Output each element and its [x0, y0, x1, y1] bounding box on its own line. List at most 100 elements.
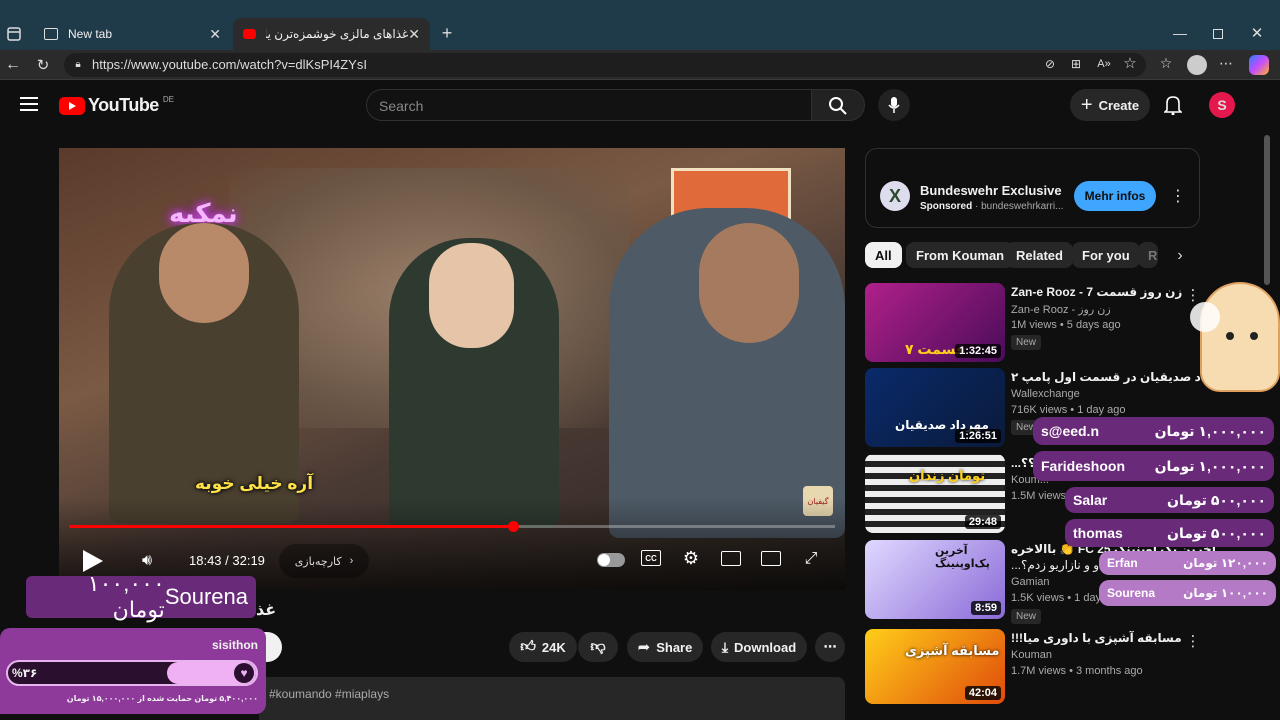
ad-more-icon[interactable]: ⋮	[1170, 185, 1186, 207]
video-title[interactable]: !!!مسابقه آشپزی با داوری میا	[1011, 631, 1182, 645]
newtab-icon	[44, 28, 58, 40]
profile-avatar[interactable]	[1187, 55, 1207, 75]
search-button[interactable]	[811, 89, 865, 121]
back-arrow-icon[interactable]: ←	[4, 56, 22, 74]
chevron-right-icon: ›	[349, 555, 354, 567]
miniplayer-icon[interactable]	[721, 551, 741, 566]
more-dots-icon[interactable]: ⋯	[1218, 55, 1234, 71]
donation-alert: ۱۰۰,۰۰۰ تومان Sourena	[26, 571, 256, 622]
thumb-text: تومان زندان	[909, 468, 986, 483]
donor-name: Farideshoon	[1041, 458, 1126, 474]
close-tab-icon[interactable]: ✕	[408, 26, 420, 43]
video-thumbnail[interactable]: قسمت ۷ 1:32:45	[865, 283, 1005, 362]
avatar-letter: S	[1217, 97, 1227, 113]
tab-actions-icon[interactable]	[4, 24, 24, 44]
sponsored-label: Sponsored	[920, 201, 973, 212]
favorites-icon[interactable]: ☆	[1158, 55, 1174, 71]
ad-card[interactable]: X Bundeswehr Exclusive Sponsored · bunde…	[865, 148, 1200, 228]
video-thumbnail[interactable]: تومان زندان 29:48	[865, 454, 1005, 533]
description-box[interactable]: #koumando #miaplays	[259, 677, 845, 720]
download-label: Download	[734, 639, 797, 655]
goal-note: ۵,۴۰۰,۰۰۰ تومان حمایت شده از ۱۵,۰۰۰,۰۰۰ …	[66, 694, 258, 703]
download-icon: ⤓	[721, 638, 729, 655]
hamburger-menu-icon[interactable]	[20, 97, 38, 111]
donation-amount: ۵۰۰,۰۰۰ تومان	[1167, 524, 1266, 541]
browser-address-bar: ← ↻ 🔒︎ https://www.youtube.com/watch?v=d…	[0, 50, 1280, 80]
tab-title: غذاهای مالزی خوشمزه‌ترن یا ایران؟؟	[266, 27, 409, 41]
person-left-face	[159, 223, 249, 323]
play-icon[interactable]	[83, 550, 103, 572]
like-button[interactable]: 👍︎ 24K	[509, 632, 577, 662]
chip-from-kouman[interactable]: From Kouman	[906, 242, 1015, 268]
chips-next-chevron-icon[interactable]: ›	[1170, 246, 1190, 266]
more-actions-button[interactable]: ⋯	[815, 632, 845, 662]
notifications-bell-icon[interactable]	[1162, 94, 1184, 116]
chapter-button[interactable]: کارچه‌بازی ›	[279, 544, 369, 578]
tab-youtube-video[interactable]: غذاهای مالزی خوشمزه‌ترن یا ایران؟؟ ✕	[233, 18, 430, 50]
video-thumbnail[interactable]: مسابقه آشپزی 42:04	[865, 629, 1005, 704]
autoplay-toggle[interactable]	[597, 553, 625, 567]
ad-title: Bundeswehr Exclusive	[920, 183, 1062, 198]
captions-icon[interactable]: CC	[641, 550, 661, 566]
ad-button-label: Mehr infos	[1084, 189, 1146, 203]
minimize-icon[interactable]: —	[1170, 24, 1190, 42]
video-thumbnail[interactable]: آخرین پک‌اوپنینگ 8:59	[865, 540, 1005, 619]
ad-cta-button[interactable]: Mehr infos	[1074, 181, 1156, 211]
progress-bar[interactable]	[69, 521, 835, 532]
donation-amount: ۵۰۰,۰۰۰ تومان	[1167, 491, 1266, 508]
youtube-favicon-icon	[243, 29, 257, 39]
chip-related[interactable]: Related	[1006, 242, 1073, 268]
download-button[interactable]: ⤓ Download	[711, 632, 807, 662]
video-player[interactable]: نمکیه آره خیلی خوبه گیفیان 🔊︎ 18:43 / 32…	[59, 148, 845, 590]
favorite-star-icon[interactable]: ☆	[1122, 55, 1138, 72]
settings-gear-icon[interactable]: ⚙︎	[681, 548, 701, 568]
donation-amount: ۱۰۰,۰۰۰ تومان	[1183, 586, 1268, 600]
video-more-icon[interactable]: ⋮	[1186, 631, 1201, 651]
close-window-icon[interactable]: ✕	[1248, 24, 1266, 42]
video-meta: 1.5M views	[1011, 490, 1067, 502]
create-label: Create	[1098, 97, 1140, 113]
create-button[interactable]: + Create	[1070, 89, 1150, 121]
chip-all[interactable]: All	[865, 242, 902, 268]
video-channel[interactable]: Gamian	[1011, 576, 1050, 588]
video-channel[interactable]: Wallexchange	[1011, 388, 1080, 400]
donor-name: s@eed.n	[1041, 423, 1100, 439]
new-badge: New	[1011, 609, 1042, 624]
hashtags: #koumando #miaplays	[269, 687, 390, 701]
bundeswehr-logo: X	[880, 181, 910, 211]
youtube-header: YouTube DE Search + Create S	[0, 80, 1280, 130]
tab-new-tab[interactable]: New tab ✕	[34, 18, 231, 50]
search-placeholder: Search	[379, 98, 424, 114]
video-title[interactable]: Zan-e Rooz - 7 زن روز قسمت	[1011, 285, 1182, 299]
video-thumbnail[interactable]: مهرداد صدیقیان 1:26:51	[865, 368, 1005, 447]
youtube-logo[interactable]: YouTube DE	[59, 95, 174, 116]
video-channel[interactable]: Zan-e Rooz - زن روز	[1011, 303, 1111, 316]
donation-amount: ۱,۰۰۰,۰۰۰ تومان	[1154, 422, 1266, 439]
lock-icon[interactable]: 🔒︎	[72, 58, 84, 70]
translate-icon[interactable]: ⊘	[1042, 56, 1058, 72]
voice-search-button[interactable]	[878, 89, 910, 121]
fullscreen-icon[interactable]: ⤢	[801, 549, 821, 569]
search-input[interactable]: Search	[366, 89, 812, 121]
chip-for-you[interactable]: For you	[1072, 242, 1140, 268]
read-aloud-icon[interactable]: A»	[1096, 56, 1112, 72]
chip-partial[interactable]: R	[1138, 242, 1158, 268]
close-tab-icon[interactable]: ✕	[209, 26, 221, 43]
account-avatar[interactable]: S	[1209, 92, 1235, 118]
duration-badge: 1:26:51	[955, 429, 1001, 443]
restore-icon[interactable]	[1210, 26, 1226, 42]
reload-icon[interactable]: ↻	[34, 56, 52, 74]
share-button[interactable]: ➦ Share	[627, 632, 703, 662]
duration-badge: 29:48	[964, 515, 1001, 529]
dislike-button[interactable]: 👎︎	[578, 632, 618, 662]
theater-mode-icon[interactable]	[761, 551, 781, 566]
url-field[interactable]: 🔒︎ https://www.youtube.com/watch?v=dlKsP…	[64, 53, 1146, 77]
new-tab-plus-icon[interactable]: +	[438, 23, 456, 43]
donation-row: Farideshoon ۱,۰۰۰,۰۰۰ تومان	[1033, 451, 1274, 481]
goal-user: sisithon	[211, 638, 258, 652]
copilot-icon[interactable]	[1249, 55, 1269, 75]
apps-icon[interactable]: ⊞	[1068, 56, 1084, 72]
volume-icon[interactable]: 🔊︎	[136, 550, 158, 572]
youtube-wordmark: YouTube	[88, 95, 159, 115]
video-channel[interactable]: Kouman	[1011, 649, 1052, 661]
